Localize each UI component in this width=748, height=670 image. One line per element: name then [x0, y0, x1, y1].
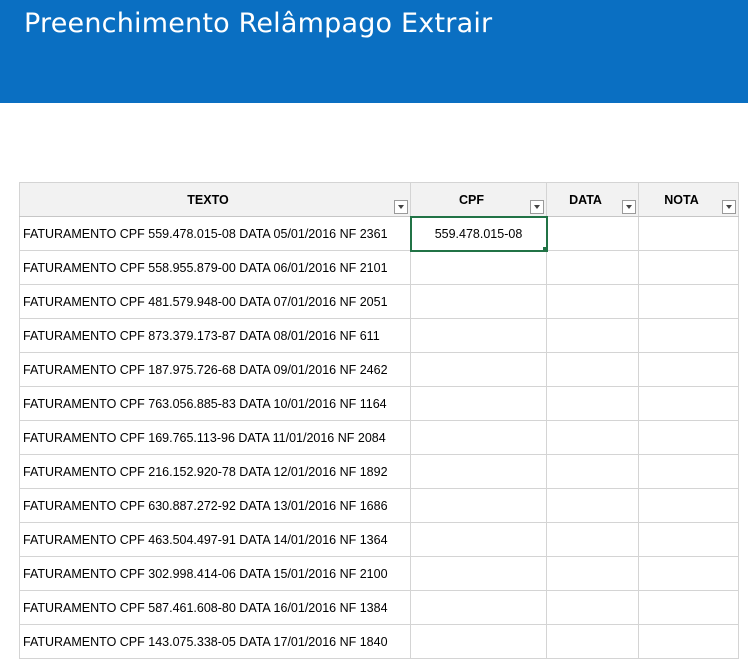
texto-cell[interactable]: FATURAMENTO CPF 187.975.726-68 DATA 09/0…	[19, 352, 411, 387]
nota-cell[interactable]	[638, 522, 739, 557]
nota-cell[interactable]	[638, 556, 739, 591]
cpf-cell[interactable]	[410, 386, 547, 421]
texto-cell[interactable]: FATURAMENTO CPF 559.478.015-08 DATA 05/0…	[19, 216, 411, 251]
data-cell[interactable]	[546, 556, 639, 591]
table-row: FATURAMENTO CPF 302.998.414-06 DATA 15/0…	[19, 556, 739, 591]
cpf-cell[interactable]	[410, 624, 547, 659]
table-row: FATURAMENTO CPF 558.955.879-00 DATA 06/0…	[19, 250, 739, 285]
texto-cell[interactable]: FATURAMENTO CPF 558.955.879-00 DATA 06/0…	[19, 250, 411, 285]
data-cell[interactable]	[546, 216, 639, 251]
title-banner: Preenchimento Relâmpago Extrair	[0, 0, 748, 103]
cpf-cell[interactable]	[410, 522, 547, 557]
data-cell[interactable]	[546, 318, 639, 353]
header-nota-label: NOTA	[664, 192, 699, 207]
cpf-cell[interactable]	[410, 454, 547, 489]
texto-cell[interactable]: FATURAMENTO CPF 481.579.948-00 DATA 07/0…	[19, 284, 411, 319]
table-row: FATURAMENTO CPF 169.765.113-96 DATA 11/0…	[19, 420, 739, 455]
banner-title: Preenchimento Relâmpago Extrair	[24, 8, 493, 39]
table-row: FATURAMENTO CPF 559.478.015-08 DATA 05/0…	[19, 215, 739, 252]
cpf-cell[interactable]	[410, 590, 547, 625]
texto-cell[interactable]: FATURAMENTO CPF 216.152.920-78 DATA 12/0…	[19, 454, 411, 489]
cpf-cell[interactable]	[410, 352, 547, 387]
table-row: FATURAMENTO CPF 216.152.920-78 DATA 12/0…	[19, 454, 739, 489]
table-row: FATURAMENTO CPF 187.975.726-68 DATA 09/0…	[19, 352, 739, 387]
nota-cell[interactable]	[638, 590, 739, 625]
filter-dropdown-icon[interactable]	[394, 200, 408, 214]
data-cell[interactable]	[546, 590, 639, 625]
nota-cell[interactable]	[638, 216, 739, 251]
table-row: FATURAMENTO CPF 630.887.272-92 DATA 13/0…	[19, 488, 739, 523]
nota-cell[interactable]	[638, 352, 739, 387]
header-texto-label: TEXTO	[187, 192, 229, 207]
header-nota[interactable]: NOTA	[638, 182, 739, 217]
table-row: FATURAMENTO CPF 463.504.497-91 DATA 14/0…	[19, 522, 739, 557]
texto-cell[interactable]: FATURAMENTO CPF 873.379.173-87 DATA 08/0…	[19, 318, 411, 353]
texto-cell[interactable]: FATURAMENTO CPF 302.998.414-06 DATA 15/0…	[19, 556, 411, 591]
texto-cell[interactable]: FATURAMENTO CPF 169.765.113-96 DATA 11/0…	[19, 420, 411, 455]
texto-cell[interactable]: FATURAMENTO CPF 143.075.338-05 DATA 17/0…	[19, 624, 411, 659]
cpf-cell[interactable]	[410, 250, 547, 285]
header-row: TEXTO CPF DATA NOTA	[19, 182, 739, 217]
texto-cell[interactable]: FATURAMENTO CPF 763.056.885-83 DATA 10/0…	[19, 386, 411, 421]
cpf-cell[interactable]	[410, 318, 547, 353]
data-cell[interactable]	[546, 284, 639, 319]
table-row: FATURAMENTO CPF 587.461.608-80 DATA 16/0…	[19, 590, 739, 625]
data-cell[interactable]	[546, 386, 639, 421]
cpf-cell[interactable]: 559.478.015-08	[409, 215, 548, 252]
nota-cell[interactable]	[638, 386, 739, 421]
texto-cell[interactable]: FATURAMENTO CPF 587.461.608-80 DATA 16/0…	[19, 590, 411, 625]
header-data-label: DATA	[569, 192, 602, 207]
table-row: FATURAMENTO CPF 763.056.885-83 DATA 10/0…	[19, 386, 739, 421]
texto-cell[interactable]: FATURAMENTO CPF 630.887.272-92 DATA 13/0…	[19, 488, 411, 523]
data-cell[interactable]	[546, 624, 639, 659]
data-table: TEXTO CPF DATA NOTA FATURAMENTO CPF 559.…	[19, 182, 739, 659]
nota-cell[interactable]	[638, 318, 739, 353]
data-cell[interactable]	[546, 250, 639, 285]
cpf-cell[interactable]	[410, 420, 547, 455]
nota-cell[interactable]	[638, 454, 739, 489]
data-cell[interactable]	[546, 454, 639, 489]
cpf-cell[interactable]	[410, 556, 547, 591]
data-cell[interactable]	[546, 352, 639, 387]
cpf-cell[interactable]	[410, 284, 547, 319]
data-cell[interactable]	[546, 522, 639, 557]
header-cpf[interactable]: CPF	[410, 182, 547, 217]
filter-dropdown-icon[interactable]	[530, 200, 544, 214]
nota-cell[interactable]	[638, 284, 739, 319]
data-cell[interactable]	[546, 420, 639, 455]
nota-cell[interactable]	[638, 420, 739, 455]
header-texto[interactable]: TEXTO	[19, 182, 411, 217]
table-row: FATURAMENTO CPF 143.075.338-05 DATA 17/0…	[19, 624, 739, 659]
cpf-cell[interactable]	[410, 488, 547, 523]
filter-dropdown-icon[interactable]	[722, 200, 736, 214]
data-cell[interactable]	[546, 488, 639, 523]
header-data[interactable]: DATA	[546, 182, 639, 217]
filter-dropdown-icon[interactable]	[622, 200, 636, 214]
table-row: FATURAMENTO CPF 481.579.948-00 DATA 07/0…	[19, 284, 739, 319]
nota-cell[interactable]	[638, 624, 739, 659]
header-cpf-label: CPF	[459, 192, 484, 207]
nota-cell[interactable]	[638, 488, 739, 523]
nota-cell[interactable]	[638, 250, 739, 285]
texto-cell[interactable]: FATURAMENTO CPF 463.504.497-91 DATA 14/0…	[19, 522, 411, 557]
table-row: FATURAMENTO CPF 873.379.173-87 DATA 08/0…	[19, 318, 739, 353]
